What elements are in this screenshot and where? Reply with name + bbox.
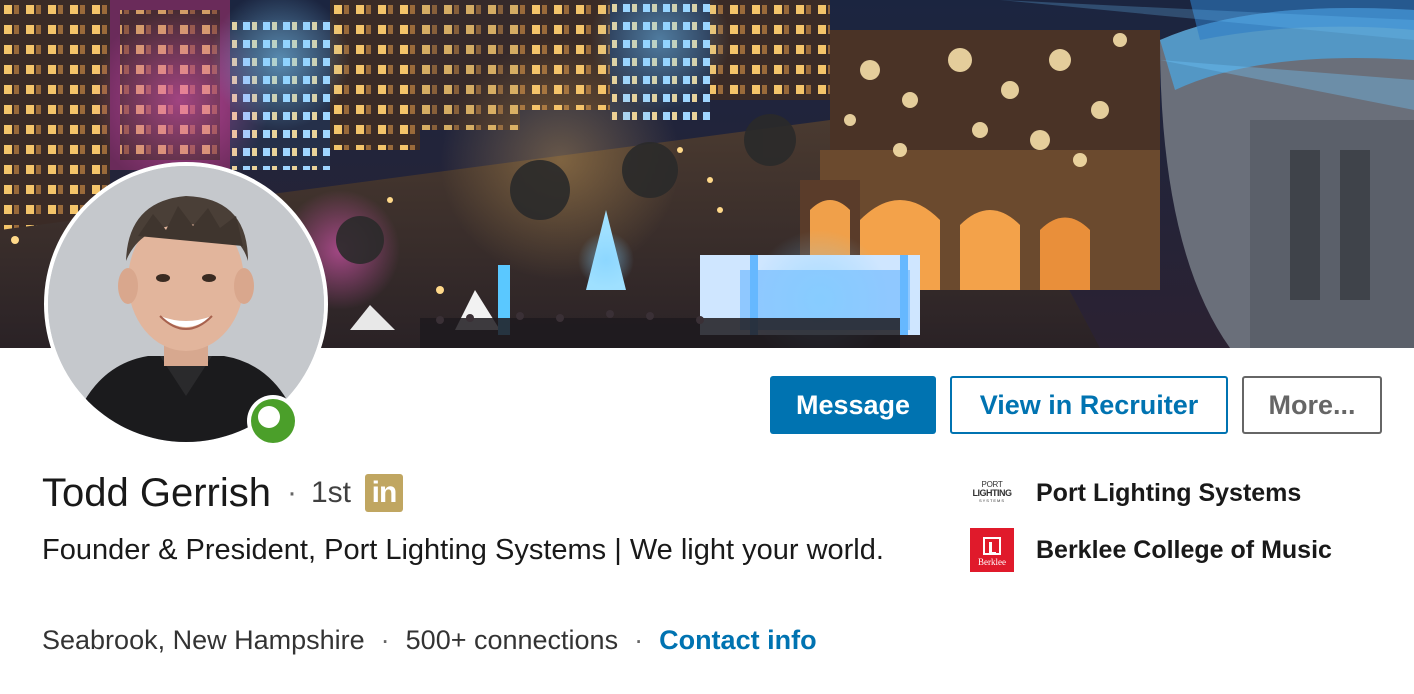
profile-location: Seabrook, New Hampshire — [42, 624, 365, 655]
current-company[interactable]: PORT LIGHTING SYSTEMS Port Lighting Syst… — [970, 471, 1301, 515]
message-button[interactable]: Message — [770, 376, 936, 434]
berklee-logo: Berklee — [970, 528, 1014, 572]
online-status-indicator — [247, 395, 299, 447]
port-lighting-logo: PORT LIGHTING SYSTEMS — [970, 471, 1014, 515]
connection-degree: 1st — [310, 476, 352, 509]
connections-count[interactable]: 500+ connections — [406, 625, 618, 656]
profile-page: Message View in Recruiter More... Todd G… — [0, 0, 1414, 694]
school-name: Berklee College of Music — [1036, 535, 1332, 564]
separator-dot: · — [380, 624, 390, 655]
profile-name-row: Todd Gerrish · 1st in — [42, 468, 404, 518]
company-name: Port Lighting Systems — [1036, 478, 1302, 507]
linkedin-premium-badge-icon: in — [365, 474, 404, 512]
profile-name: Todd Gerrish — [42, 470, 271, 515]
view-in-recruiter-button[interactable]: View in Recruiter — [950, 376, 1228, 434]
contact-info-link[interactable]: Contact info — [659, 625, 816, 656]
separator-dot: · — [634, 624, 644, 655]
profile-headline: Founder & President, Port Lighting Syste… — [42, 534, 884, 566]
profile-meta-row: Seabrook, New Hampshire · 500+ connectio… — [42, 620, 817, 660]
education-school[interactable]: Berklee Berklee College of Music — [970, 528, 1332, 572]
separator-dot: · — [286, 476, 297, 509]
more-actions-button[interactable]: More... — [1242, 376, 1382, 434]
